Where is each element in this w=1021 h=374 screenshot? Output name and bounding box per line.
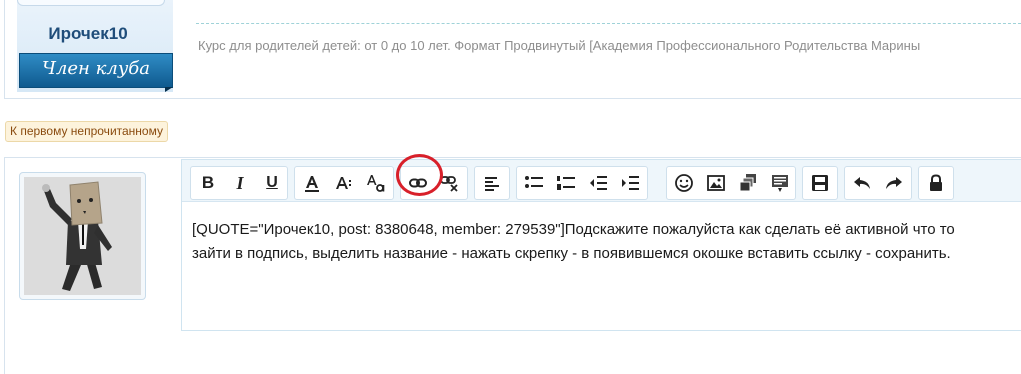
undo-button[interactable] — [847, 167, 877, 199]
quick-reply: B I U [QUOTE="Ирочек10, post: 8380648, m… — [4, 157, 1021, 374]
numbered-list-button[interactable] — [551, 167, 581, 199]
signature-divider — [196, 23, 1021, 24]
toggle-bbcode-button[interactable] — [921, 167, 951, 199]
font-group — [294, 166, 394, 200]
undo-icon — [854, 177, 870, 189]
outdent-button[interactable] — [583, 167, 613, 199]
editor-line-1: [QUOTE="Ирочек10, post: 8380648, member:… — [192, 221, 955, 238]
format-group: B I U — [190, 166, 288, 200]
insert-link-button[interactable] — [403, 167, 433, 199]
redo-button[interactable] — [879, 167, 909, 199]
editor-toolbar: B I U — [182, 160, 1021, 202]
bold-icon: B — [201, 173, 215, 192]
redo-icon — [886, 177, 902, 189]
source-group — [918, 166, 954, 200]
list-group — [516, 166, 648, 200]
message-editor[interactable]: B I U [QUOTE="Ирочек10, post: 8380648, m… — [181, 159, 1021, 331]
smilie-icon — [675, 174, 693, 192]
italic-button[interactable]: I — [225, 167, 255, 199]
underline-icon: U — [266, 174, 278, 191]
ribbon-tail — [165, 87, 173, 92]
bullet-list-button[interactable] — [519, 167, 549, 199]
user-card: Ирочек10 Член клуба — [17, 0, 173, 92]
link-group — [400, 166, 468, 200]
unlink-icon — [440, 176, 458, 192]
previous-post: Ирочек10 Член клуба Курс для родителей д… — [4, 0, 1021, 99]
insert-media-button[interactable] — [733, 167, 763, 199]
insert-image-button[interactable] — [701, 167, 731, 199]
draft-group — [802, 166, 838, 200]
code-block-icon — [772, 175, 788, 192]
indent-button[interactable] — [615, 167, 645, 199]
save-icon — [812, 175, 828, 191]
member-ribbon: Член клуба — [19, 53, 173, 92]
indent-icon — [622, 176, 639, 190]
editor-content[interactable]: [QUOTE="Ирочек10, post: 8380648, member:… — [192, 218, 1021, 266]
avatar-frame-bottom — [17, 0, 165, 6]
username-link[interactable]: Ирочек10 — [17, 24, 159, 44]
history-group — [844, 166, 912, 200]
font-size-button[interactable] — [329, 167, 359, 199]
bold-button[interactable]: B — [193, 167, 223, 199]
outdent-icon — [590, 176, 607, 190]
lock-icon — [930, 174, 942, 191]
editor-line-2: зайти в подпись, выделить название - наж… — [192, 245, 951, 262]
avatar-image — [24, 177, 141, 295]
numbered-list-icon — [557, 176, 575, 190]
media-icon — [739, 174, 756, 192]
text-color-icon — [305, 176, 319, 192]
text-color-button[interactable] — [297, 167, 327, 199]
italic-icon: I — [236, 172, 244, 193]
member-title: Член клуба — [42, 58, 150, 79]
image-icon — [707, 175, 725, 191]
save-draft-button[interactable] — [805, 167, 835, 199]
align-group — [474, 166, 510, 200]
bullet-list-icon — [525, 176, 543, 188]
unlink-button[interactable] — [435, 167, 465, 199]
user-signature[interactable]: Курс для родителей детей: от 0 до 10 лет… — [198, 38, 1021, 53]
link-icon — [409, 178, 427, 188]
font-family-icon — [367, 175, 385, 192]
avatar[interactable] — [19, 172, 146, 300]
font-family-button[interactable] — [361, 167, 391, 199]
smilie-button[interactable] — [669, 167, 699, 199]
align-left-icon — [485, 177, 499, 191]
font-size-icon — [336, 177, 351, 189]
insert-more-button[interactable] — [765, 167, 795, 199]
first-unread-button[interactable]: К первому непрочитанному — [5, 121, 168, 142]
underline-button[interactable]: U — [257, 167, 287, 199]
insert-group — [666, 166, 796, 200]
align-button[interactable] — [477, 167, 507, 199]
